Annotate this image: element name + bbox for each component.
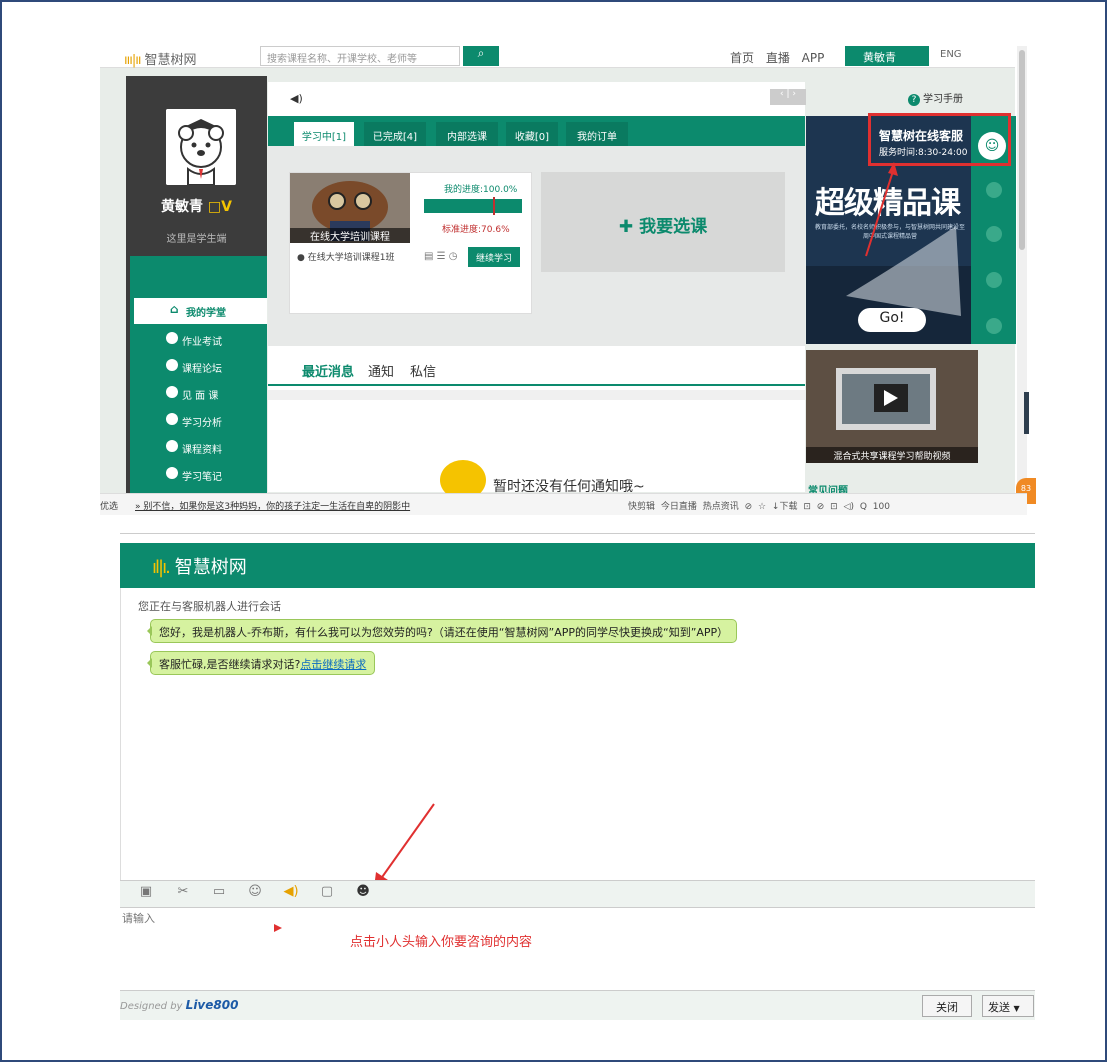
top-links[interactable]: 首页 直播 APP xyxy=(730,49,824,66)
add-course-button[interactable]: ✚ 我要选课 xyxy=(541,172,785,272)
annotation-arrow-icon xyxy=(374,803,435,888)
status-tools[interactable]: 快剪辑 今日直播 热点资讯 ⊘ ☆ ↓下载 ⊡ ⊘ ⊡ ◁) Q 100 xyxy=(628,499,890,512)
course-action-icons[interactable]: ▤ ☰ ◷ xyxy=(424,251,458,262)
close-button[interactable]: 关闭 xyxy=(922,995,972,1017)
chat-footer xyxy=(120,990,1035,1020)
course-image-label: 在线大学培训课程 xyxy=(290,228,410,243)
chevron-down-icon[interactable]: ▼ xyxy=(1014,1004,1020,1013)
chat-status-text: 您正在与客服机器人进行会话 xyxy=(138,600,281,613)
carousel-arrows[interactable]: ‹ | › xyxy=(770,89,806,105)
send-button[interactable]: 发送 ▼ xyxy=(982,995,1034,1017)
agent-head-icon[interactable]: ☻ xyxy=(354,884,372,902)
meeting-icon xyxy=(166,386,178,398)
divider xyxy=(120,533,1035,541)
pencil-icon xyxy=(166,332,178,344)
sidebar-item-homework[interactable]: 作业考试 xyxy=(130,327,267,353)
note-icon xyxy=(166,467,178,479)
clear-icon[interactable]: ▢ xyxy=(318,884,336,902)
phone-icon[interactable] xyxy=(986,182,1002,198)
sidebar-item-analysis[interactable]: 学习分析 xyxy=(130,408,267,434)
sidebar-item-notes[interactable]: 学习笔记 xyxy=(130,462,267,488)
sidebar-item-my-classroom[interactable]: ⌂ 我的学堂 xyxy=(130,298,267,324)
forum-icon xyxy=(166,359,178,371)
tab-private-message[interactable]: 私信 xyxy=(410,361,436,380)
qrcode-icon[interactable] xyxy=(986,272,1002,288)
standard-progress-label: 标准进度:70.6% xyxy=(442,225,510,235)
busy-message: 客服忙碌,是否继续请求对话?点击继续请求 xyxy=(146,651,376,675)
page-scrollbar-thumb[interactable] xyxy=(1019,50,1025,250)
hint-arrow-icon xyxy=(274,924,282,932)
file-icon[interactable]: ▭ xyxy=(210,884,228,902)
hint-text: 点击小人头输入你要咨询的内容 xyxy=(350,935,533,950)
robot-greeting-message: 您好，我是机器人-乔布斯，有什么我可以为您效劳的吗?（请还在使用“智慧树网”AP… xyxy=(146,619,738,643)
tab-learning[interactable]: 学习中[1] xyxy=(294,122,354,146)
site-logo[interactable]: ııı|ıı 智慧树网 xyxy=(124,49,196,68)
logo-bars-icon: ıl|ı. xyxy=(152,557,171,578)
video-caption: 混合式共享课程学习帮助视频 xyxy=(806,447,978,463)
site-top-nav: ııı|ıı 智慧树网 搜索课程名称、开课学校、老师等 ⌕ 首页 直播 APP 黄… xyxy=(100,46,1015,68)
sidebar-item-meeting[interactable]: 见 面 课 xyxy=(130,381,267,407)
promo-go-button[interactable]: Go! xyxy=(858,308,926,332)
browser-status-bar: 优选 » 别不信，如果你是这3种妈妈，你的孩子注定一生活在自卑的阴影中 快剪辑 … xyxy=(100,493,1027,515)
tab-completed[interactable]: 已完成[4] xyxy=(364,122,426,146)
language-switch[interactable]: ENG xyxy=(940,49,962,60)
bear-avatar-icon xyxy=(166,109,236,185)
search-icon[interactable]: ⌕ xyxy=(463,46,499,66)
chat-header xyxy=(120,543,1035,588)
sidebar-item-forum[interactable]: 课程论坛 xyxy=(130,354,267,380)
question-icon[interactable] xyxy=(986,226,1002,242)
wechat-icon[interactable] xyxy=(986,318,1002,334)
emoticon-icon[interactable]: ☺ xyxy=(246,884,264,902)
screenshot-icon[interactable]: ✂ xyxy=(174,884,192,902)
progress-bar xyxy=(424,197,522,215)
status-news-link[interactable]: » 别不信，如果你是这3种妈妈，你的孩子注定一生活在自卑的阴影中 xyxy=(135,499,410,512)
sidebar-item-materials[interactable]: 课程资料 xyxy=(130,435,267,461)
annotation-arrow-icon xyxy=(865,162,898,257)
question-icon: ? xyxy=(908,94,920,106)
designed-by: Designed by Live800 xyxy=(120,998,239,1012)
save-icon[interactable]: ▣ xyxy=(137,884,155,902)
chat-logo: ıl|ı. 智慧树网 xyxy=(152,557,247,578)
help-manual-link[interactable]: ? 学习手册 xyxy=(908,90,963,106)
continue-learning-button[interactable]: 继续学习 xyxy=(468,247,520,267)
tab-notice[interactable]: 通知 xyxy=(368,361,394,380)
avatar[interactable] xyxy=(166,109,236,185)
tab-orders[interactable]: 我的订单 xyxy=(566,122,628,146)
course-class-name: ● 在线大学培训课程1班 xyxy=(297,253,395,263)
speaker-icon[interactable]: ◀) xyxy=(290,92,303,105)
folder-icon xyxy=(166,440,178,452)
sound-icon[interactable]: ◀) xyxy=(282,884,300,902)
profile-name: 黄敏青 □V xyxy=(161,199,232,215)
status-left-label: 优选 xyxy=(100,502,119,512)
continue-request-link[interactable]: 点击继续请求 xyxy=(300,658,366,671)
standard-progress-marker xyxy=(493,197,496,215)
home-icon: ⌂ xyxy=(170,302,179,316)
tab-recent-news[interactable]: 最近消息 xyxy=(302,361,354,380)
top-user-menu[interactable]: 黄敏青 xyxy=(845,46,929,66)
tab-favorites[interactable]: 收藏[0] xyxy=(506,122,558,146)
profile-role[interactable]: 这里是学生端 xyxy=(130,230,263,245)
my-progress-label: 我的进度:100.0% xyxy=(444,185,518,195)
side-handle[interactable] xyxy=(1024,392,1029,434)
highlight-box xyxy=(868,113,1011,166)
site-search-input[interactable]: 搜索课程名称、开课学校、老师等 xyxy=(260,46,460,66)
tab-internal[interactable]: 内部选课 xyxy=(436,122,498,146)
chart-icon xyxy=(166,413,178,425)
news-subbar xyxy=(268,390,805,400)
chat-input[interactable] xyxy=(120,908,1035,990)
